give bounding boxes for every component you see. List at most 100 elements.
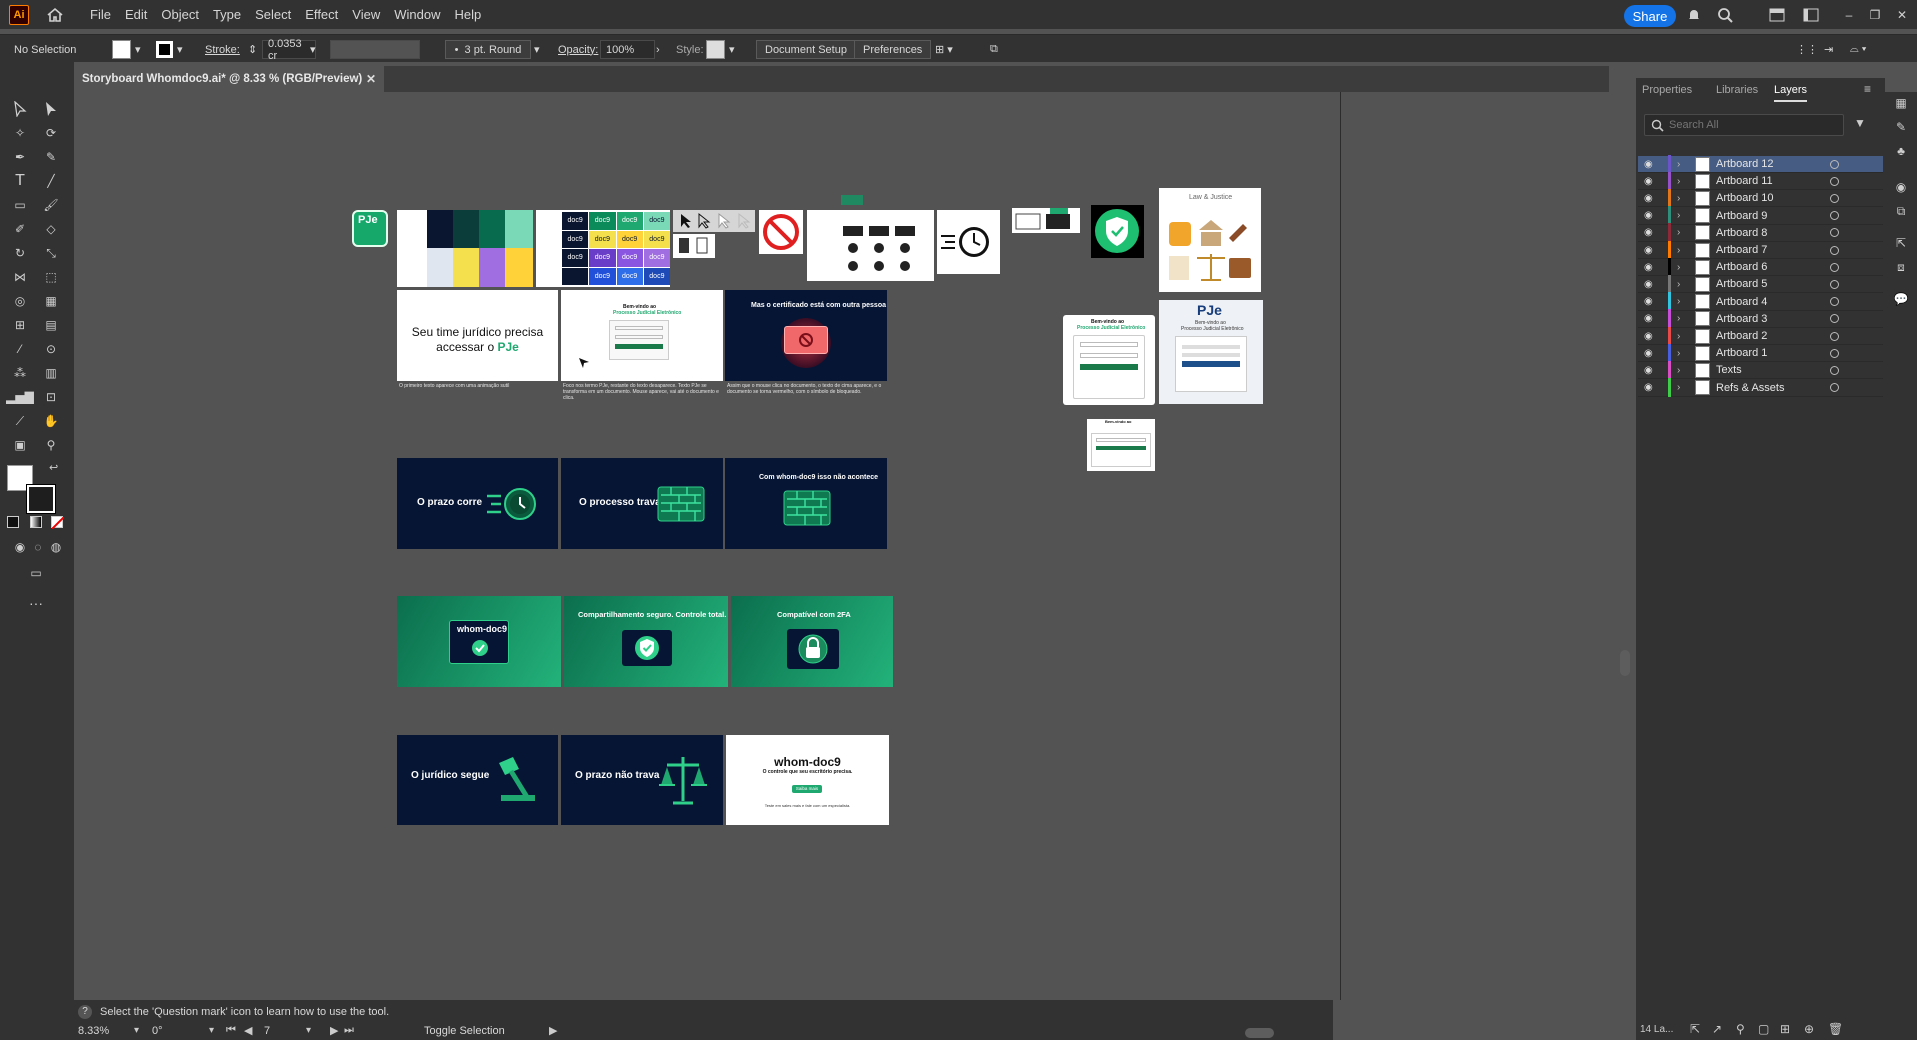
prohibited-icon-ref[interactable] — [759, 210, 803, 254]
visibility-eye-icon[interactable]: ◉ — [1644, 382, 1660, 393]
layer-name[interactable]: Artboard 4 — [1716, 296, 1816, 308]
layer-search-input[interactable] — [1669, 117, 1839, 133]
artboard-2[interactable]: Bem-vindo ao Processo Judicial Eletrônic… — [561, 290, 723, 381]
print-tiling-icon[interactable]: ▣ — [9, 434, 31, 456]
expand-chevron-icon[interactable]: › — [1677, 331, 1687, 342]
target-circle-icon[interactable] — [1830, 383, 1839, 393]
question-mark-icon[interactable]: ? — [78, 1005, 92, 1019]
artboard-12[interactable]: whom-doc9 O controle que seu escritório … — [726, 735, 889, 825]
direct-selection-tool-icon[interactable] — [40, 98, 62, 120]
opacity-label[interactable]: Opacity: — [558, 40, 598, 59]
visibility-eye-icon[interactable]: ◉ — [1644, 365, 1660, 376]
login-ref-1[interactable]: Bem-vindo ao Processo Judicial Eletrônic… — [1063, 315, 1155, 405]
layer-row[interactable]: ◉ › Artboard 12 — [1638, 154, 1883, 174]
last-artboard-icon[interactable]: ⏭ — [344, 1024, 354, 1037]
tab-properties[interactable]: Properties — [1642, 78, 1692, 102]
close-icon[interactable]: ✕ — [1893, 6, 1911, 24]
menu-select[interactable]: Select — [248, 0, 298, 29]
artboard-3[interactable]: Mas o certificado está com outra pessoa — [725, 290, 887, 381]
comments-icon[interactable]: 💬 — [1890, 288, 1912, 310]
recolor-icon[interactable]: ⧉ — [990, 40, 998, 59]
panel-menu-icon[interactable]: ≡ — [1864, 82, 1871, 96]
menu-help[interactable]: Help — [447, 0, 488, 29]
layer-row[interactable]: ◉ › Artboard 11 — [1638, 171, 1883, 191]
visibility-eye-icon[interactable]: ◉ — [1644, 210, 1660, 221]
free-transform-icon[interactable]: ⬚ — [40, 266, 62, 288]
visibility-eye-icon[interactable]: ◉ — [1644, 159, 1660, 170]
rectangle-tool-icon[interactable]: ▭ — [9, 194, 31, 216]
artboards-icon[interactable]: ⧈ — [1890, 256, 1912, 278]
layer-row[interactable]: ◉ › Refs & Assets — [1638, 378, 1883, 398]
target-circle-icon[interactable] — [1830, 193, 1839, 203]
stroke-dropdown[interactable]: ▾ — [310, 40, 316, 59]
minimize-icon[interactable]: – — [1840, 6, 1858, 24]
expand-chevron-icon[interactable]: › — [1677, 313, 1687, 324]
maximize-icon[interactable]: ❐ — [1866, 6, 1884, 24]
swap-colors-icon[interactable]: ↩ — [49, 461, 58, 474]
layer-name[interactable]: Artboard 3 — [1716, 313, 1816, 325]
gradient-mode-icon[interactable] — [30, 516, 42, 528]
layer-row[interactable]: ◉ › Artboard 2 — [1638, 326, 1883, 346]
shaper-tool-icon[interactable]: ✐ — [9, 218, 31, 240]
stroke-weight-input[interactable]: 0.0353 cr — [262, 38, 316, 62]
artboard-9[interactable]: Compatível com 2FA — [731, 596, 893, 687]
menu-type[interactable]: Type — [206, 0, 248, 29]
new-layer-icon[interactable]: ⊕ — [1804, 1022, 1814, 1036]
layer-row[interactable]: ◉ › Artboard 6 — [1638, 257, 1883, 277]
target-circle-icon[interactable] — [1830, 348, 1839, 358]
none-mode-icon[interactable] — [51, 516, 65, 530]
brush-dropdown[interactable]: ▾ — [534, 40, 540, 59]
mini-swatch-ref[interactable] — [841, 195, 863, 205]
pje-login-ref[interactable]: PJe Bem-vindo ao Processo Judicial Eletr… — [1159, 300, 1263, 404]
artboard-1[interactable]: Seu time jurídico precisa accessar o PJe — [397, 290, 558, 381]
scale-tool-icon[interactable]: ⤡ — [40, 242, 62, 264]
expand-chevron-icon[interactable]: › — [1677, 262, 1687, 273]
selection-tool-icon[interactable] — [9, 98, 31, 120]
locate-object-icon[interactable]: ⚲ — [1736, 1022, 1745, 1036]
login-ref-2[interactable]: Bem-vindo ao — [1087, 419, 1155, 471]
horizontal-scrollbar[interactable] — [1245, 1028, 1274, 1038]
new-sublayer-icon[interactable]: ⊞ — [1780, 1022, 1790, 1036]
target-circle-icon[interactable] — [1830, 228, 1839, 238]
document-tab[interactable]: Storyboard Whomdoc9.ai* @ 8.33 % (RGB/Pr… — [74, 66, 384, 92]
target-circle-icon[interactable] — [1830, 365, 1839, 375]
visibility-eye-icon[interactable]: ◉ — [1644, 279, 1660, 290]
layer-search[interactable] — [1644, 114, 1844, 136]
target-circle-icon[interactable] — [1830, 176, 1839, 186]
first-artboard-icon[interactable]: ⏮ — [226, 1024, 236, 1037]
layer-row[interactable]: ◉ › Texts — [1638, 360, 1883, 380]
menu-window[interactable]: Window — [387, 0, 447, 29]
slice-tool-icon[interactable]: ⟋ — [9, 410, 31, 432]
variable-width-profile[interactable] — [330, 40, 420, 59]
opacity-arrow[interactable]: › — [656, 40, 660, 59]
document-icons-ref[interactable] — [673, 234, 715, 258]
transform-icon[interactable]: ⋮⋮ — [1796, 40, 1818, 59]
filter-icon[interactable]: ▼ — [1854, 116, 1866, 130]
stroke-swatch[interactable]: ▾ — [156, 40, 183, 59]
visibility-eye-icon[interactable]: ◉ — [1644, 227, 1660, 238]
delete-layer-icon[interactable]: 🗑 — [1828, 1022, 1843, 1036]
layer-name[interactable]: Texts — [1716, 364, 1816, 376]
column-graph-icon[interactable]: ▥ — [40, 362, 62, 384]
visibility-eye-icon[interactable]: ◉ — [1644, 245, 1660, 256]
visibility-eye-icon[interactable]: ◉ — [1644, 348, 1660, 359]
layer-row[interactable]: ◉ › Artboard 10 — [1638, 188, 1883, 208]
expand-chevron-icon[interactable]: › — [1677, 227, 1687, 238]
vertical-scrollbar[interactable] — [1620, 650, 1630, 676]
appearance-icon[interactable]: ◉ — [1890, 176, 1912, 198]
visibility-eye-icon[interactable]: ◉ — [1644, 193, 1660, 204]
app-logo[interactable]: Ai — [9, 4, 29, 25]
status-arrow-icon[interactable]: ▶ — [549, 1024, 557, 1037]
close-tab-icon[interactable]: ✕ — [366, 72, 376, 86]
menu-edit[interactable]: Edit — [118, 0, 154, 29]
document-setup-button[interactable]: Document Setup — [756, 40, 856, 59]
menu-object[interactable]: Object — [154, 0, 206, 29]
layer-name[interactable]: Artboard 12 — [1716, 158, 1816, 170]
artboard-7[interactable]: whom-doc9 — [397, 596, 561, 687]
artboard-10[interactable]: O jurídico segue — [397, 735, 558, 825]
asset-export-icon[interactable]: ⇱ — [1890, 232, 1912, 254]
target-circle-icon[interactable] — [1830, 262, 1839, 272]
menu-effect[interactable]: Effect — [298, 0, 345, 29]
artboard-tool-icon[interactable]: ⊡ — [40, 386, 62, 408]
target-circle-icon[interactable] — [1830, 245, 1839, 255]
